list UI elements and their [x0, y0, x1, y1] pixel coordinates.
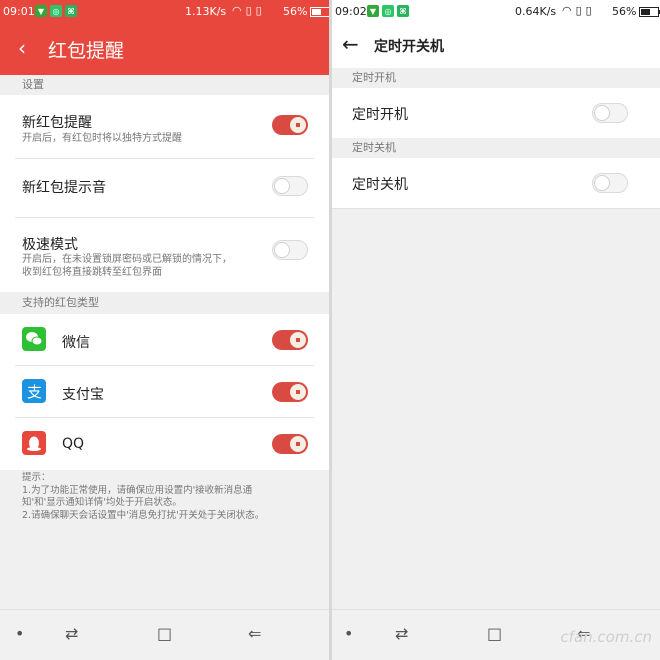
type-name: QQ [62, 436, 85, 452]
status-app-icons: ▼ ◎ ⌘ [367, 5, 409, 17]
battery-percent: 56% [283, 5, 308, 18]
back-arrow-icon[interactable]: ← [342, 32, 359, 56]
chat-icon: ◎ [382, 5, 394, 17]
section-label-types: 支持的红包类型 [0, 292, 329, 314]
svg-text:支: 支 [27, 383, 42, 401]
left-screen: 09:01 ▼ ◎ ⌘ 1.13K/s ◠ ▯ ▯ 56% ‹ 红包提醒 设置 … [0, 0, 329, 660]
page-title: 红包提醒 [48, 40, 125, 62]
setting-subtitle: 开启后，有红包时将以独特方式提醒 [22, 133, 182, 144]
battery-icon [310, 6, 329, 17]
red-packet-header: 09:01 ▼ ◎ ⌘ 1.13K/s ◠ ▯ ▯ 56% ‹ 红包提醒 [0, 0, 329, 75]
sim2-icon: ▯ [585, 4, 592, 17]
new-packet-toggle[interactable] [272, 115, 308, 135]
setting-title: 极速模式 [22, 237, 78, 253]
switch-apps-icon[interactable]: ⇄ [395, 624, 408, 643]
setting-subtitle: 开启后，在未设置锁屏密码或已解锁的情况下， [22, 254, 232, 265]
power-off-panel: 定时关机 [332, 158, 660, 209]
power-on-row[interactable]: 定时开机 [332, 88, 660, 138]
status-indicators: ◠ ▯ ▯ [232, 4, 262, 17]
navigation-bar: • ⇄ □ ⇐ [0, 609, 329, 660]
grid-icon: ⌘ [65, 5, 77, 17]
setting-title: 新红包提醒 [22, 115, 92, 131]
hint-text: 提示： 1.为了功能正常使用，请确保应用设置内'接收新消息通 知'和'显示通知详… [22, 472, 265, 521]
qq-toggle[interactable] [272, 434, 308, 454]
power-on-panel: 定时开机 [332, 88, 660, 138]
setting-row-sound[interactable]: 新红包提示音 [0, 159, 329, 217]
switch-apps-icon[interactable]: ⇄ [65, 624, 78, 643]
settings-panel: 新红包提醒 开启后，有红包时将以独特方式提醒 新红包提示音 极速模式 开启后，在… [0, 95, 329, 292]
battery-percent: 56% [612, 5, 637, 18]
alipay-icon: 支 [22, 379, 46, 403]
setting-subtitle-line2: 收到红包将直接跳转至红包界面 [22, 267, 162, 278]
status-app-icons: ▼ ◎ ⌘ [35, 5, 77, 17]
sim-icon: ▯ [575, 4, 582, 17]
shield-icon: ▼ [35, 5, 47, 17]
home-square-icon[interactable]: □ [157, 624, 172, 643]
battery-icon [639, 6, 660, 17]
setting-row-fast-mode[interactable]: 极速模式 开启后，在未设置锁屏密码或已解锁的情况下， 收到红包将直接跳转至红包界… [0, 218, 329, 292]
back-arrow-icon[interactable]: ‹ [18, 36, 26, 60]
right-screen: 09:02 ▼ ◎ ⌘ 0.64K/s ◠ ▯ ▯ 56% ← 定时开关机 定时… [332, 0, 660, 660]
grid-icon: ⌘ [397, 5, 409, 17]
status-time: 09:01 [3, 5, 35, 18]
chat-icon: ◎ [50, 5, 62, 17]
page-title: 定时开关机 [374, 39, 444, 55]
setting-row-new-packet[interactable]: 新红包提醒 开启后，有红包时将以独特方式提醒 [0, 95, 329, 159]
type-row-qq[interactable]: QQ [0, 418, 329, 470]
sim2-icon: ▯ [255, 4, 262, 17]
section-label-settings: 设置 [0, 75, 329, 95]
network-speed: 0.64K/s [515, 5, 557, 18]
section-label-power-off: 定时关机 [332, 138, 660, 158]
type-name: 微信 [62, 335, 90, 351]
packet-types-panel: 微信 支 支付宝 QQ [0, 314, 329, 470]
back-icon[interactable]: ⇐ [248, 624, 261, 643]
power-off-toggle[interactable] [592, 173, 628, 193]
setting-title: 新红包提示音 [22, 180, 106, 196]
status-bar: 09:01 ▼ ◎ ⌘ 1.13K/s ◠ ▯ ▯ 56% [0, 0, 329, 24]
wifi-icon: ◠ [562, 4, 572, 17]
network-speed: 1.13K/s [185, 5, 227, 18]
status-time: 09:02 [335, 5, 367, 18]
wechat-toggle[interactable] [272, 330, 308, 350]
dot-icon[interactable]: • [344, 624, 353, 643]
status-bar: 09:02 ▼ ◎ ⌘ 0.64K/s ◠ ▯ ▯ 56% [332, 0, 660, 24]
section-label-power-on: 定时开机 [332, 68, 660, 88]
type-name: 支付宝 [62, 387, 104, 403]
home-square-icon[interactable]: □ [487, 624, 502, 643]
type-row-wechat[interactable]: 微信 [0, 314, 329, 366]
timer-header: ← 定时开关机 [332, 24, 660, 69]
qq-icon [22, 431, 46, 455]
battery-status: 56% [612, 5, 660, 18]
sound-toggle[interactable] [272, 176, 308, 196]
row-title: 定时关机 [352, 177, 408, 193]
power-on-toggle[interactable] [592, 103, 628, 123]
fast-mode-toggle[interactable] [272, 240, 308, 260]
row-title: 定时开机 [352, 107, 408, 123]
sim-icon: ▯ [245, 4, 252, 17]
battery-status: 56% [283, 5, 329, 18]
watermark: cfan.com.cn [560, 628, 652, 646]
wifi-icon: ◠ [232, 4, 242, 17]
power-off-row[interactable]: 定时关机 [332, 158, 660, 208]
wechat-icon [22, 327, 46, 351]
alipay-toggle[interactable] [272, 382, 308, 402]
dot-icon[interactable]: • [15, 624, 24, 643]
shield-icon: ▼ [367, 5, 379, 17]
status-indicators: ◠ ▯ ▯ [562, 4, 592, 17]
type-row-alipay[interactable]: 支 支付宝 [0, 366, 329, 418]
